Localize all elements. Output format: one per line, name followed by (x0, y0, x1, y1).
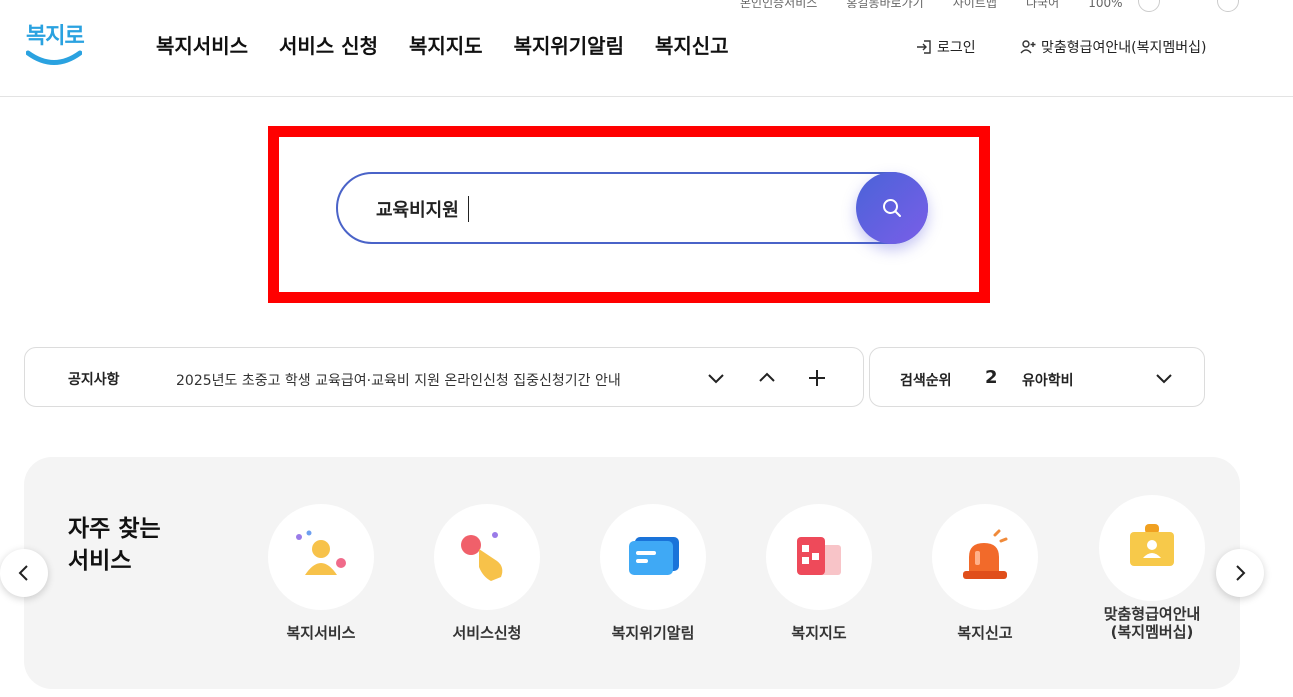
util-link[interactable]: 다국어 (1026, 0, 1059, 8)
label-line: 맞춤형급여안내 (1103, 605, 1201, 623)
zoom-in-button[interactable] (1217, 0, 1239, 12)
util-link[interactable]: 100% (1088, 0, 1122, 8)
nav-crisis-alert[interactable]: 복지위기알림 (514, 30, 624, 59)
service-icon-circle (932, 504, 1038, 610)
frequent-services: 자주 찾는 서비스 복지서비스 서비스신청 복지위기알림 복지지도 복지신고 맞… (24, 457, 1240, 689)
ranking-keyword[interactable]: 유아학비 (1022, 370, 1074, 390)
search-input[interactable] (376, 193, 846, 225)
chevron-right-icon (1236, 565, 1246, 581)
nav-welfare-map[interactable]: 복지지도 (409, 30, 483, 59)
plus-icon[interactable] (805, 366, 829, 390)
service-membership[interactable]: 맞춤형급여안내 (복지멤버십) (1082, 495, 1222, 641)
service-crisis-alert[interactable]: 복지위기알림 (583, 504, 723, 642)
building-icon (797, 537, 841, 575)
service-welfare-report[interactable]: 복지신고 (915, 504, 1055, 642)
login-link[interactable]: 로그인 (915, 37, 976, 57)
service-icon-circle (268, 504, 374, 610)
frequent-services-title: 자주 찾는 서비스 (68, 513, 188, 577)
service-icon-circle (600, 504, 706, 610)
site-header: 본인인증서비스 홍길동바로가기 사이트맵 다국어 100% 복지로 복지서비스 … (0, 0, 1293, 97)
carousel-prev-button[interactable] (0, 549, 48, 597)
main-nav: 복지서비스 서비스 신청 복지지도 복지위기알림 복지신고 (156, 30, 760, 59)
service-label: 복지지도 (791, 624, 847, 642)
service-welfare-map[interactable]: 복지지도 (749, 504, 889, 642)
utility-links: 본인인증서비스 홍길동바로가기 사이트맵 다국어 100% (740, 0, 1293, 8)
service-icon-circle (434, 504, 540, 610)
login-icon (917, 40, 931, 54)
service-label: 복지서비스 (286, 624, 356, 642)
membership-link[interactable]: 맞춤형급여안내(복지멤버십) (1019, 37, 1206, 57)
siren-icon (963, 529, 1008, 579)
notice-bar: 공지사항 2025년도 초중고 학생 교육급여·교육비 지원 온라인신청 집중신… (24, 347, 864, 407)
notice-label: 공지사항 (68, 372, 120, 388)
zoom-out-button[interactable] (1138, 0, 1160, 12)
title-line: 서비스 (68, 548, 132, 574)
login-label: 로그인 (937, 40, 976, 56)
util-link[interactable]: 홍길동바로가기 (846, 0, 923, 8)
hand-click-icon (461, 532, 503, 581)
service-label: 맞춤형급여안내 (복지멤버십) (1082, 605, 1222, 641)
service-label: 복지위기알림 (611, 624, 695, 642)
service-label: 복지신고 (957, 624, 1013, 642)
logo-text: 복지로 (26, 24, 85, 49)
search-button[interactable] (856, 172, 928, 244)
user-add-icon (1020, 40, 1036, 54)
title-line: 자주 찾는 (68, 516, 161, 542)
nav-welfare-services[interactable]: 복지서비스 (156, 30, 248, 59)
text-caret (468, 196, 469, 222)
search-box (336, 172, 928, 244)
person-icon (296, 530, 346, 575)
ranking-number: 2 (985, 367, 998, 388)
util-link[interactable]: 본인인증서비스 (740, 0, 817, 8)
membership-label: 맞춤형급여안내(복지멤버십) (1041, 40, 1207, 56)
service-apply[interactable]: 서비스신청 (417, 504, 557, 642)
label-line: (복지멤버십) (1110, 623, 1194, 641)
chevron-up-icon[interactable] (755, 366, 779, 390)
logo-smile-icon (26, 50, 82, 65)
service-icon-circle (766, 504, 872, 610)
nav-service-apply[interactable]: 서비스 신청 (279, 30, 378, 59)
chevron-down-icon[interactable] (1152, 366, 1176, 390)
chevron-down-icon[interactable] (704, 366, 728, 390)
util-link[interactable]: 사이트맵 (953, 0, 997, 8)
carousel-next-button[interactable] (1216, 549, 1264, 597)
chevron-left-icon (18, 565, 28, 581)
search-icon (883, 199, 901, 217)
site-logo[interactable]: 복지로 (22, 14, 85, 70)
service-icon-circle (1099, 495, 1205, 601)
search-ranking: 검색순위 2 유아학비 (869, 347, 1205, 407)
nav-welfare-report[interactable]: 복지신고 (655, 30, 729, 59)
notice-headline[interactable]: 2025년도 초중고 학생 교육급여·교육비 지원 온라인신청 집중신청기간 안… (176, 370, 621, 390)
service-welfare[interactable]: 복지서비스 (251, 504, 391, 642)
ranking-label: 검색순위 (900, 373, 952, 389)
service-label: 서비스신청 (452, 624, 522, 642)
message-icon (629, 537, 679, 575)
id-card-icon (1130, 524, 1174, 566)
